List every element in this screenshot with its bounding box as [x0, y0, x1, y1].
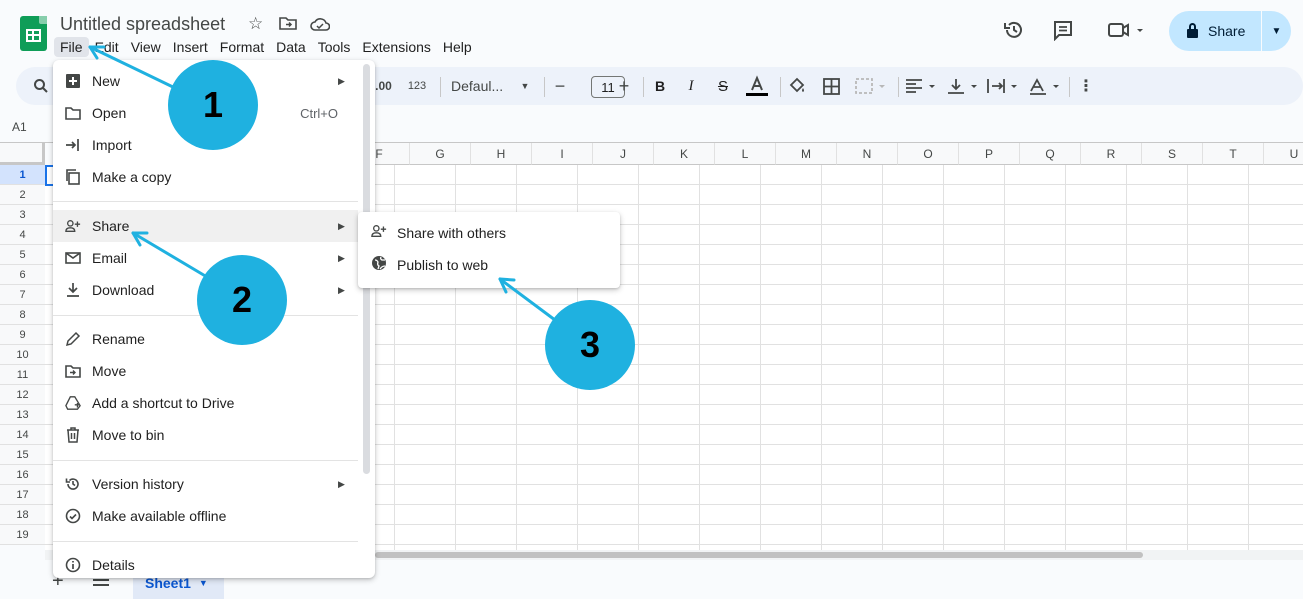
annotation-step-3: 3 [545, 300, 635, 390]
annotation-step-2: 2 [197, 255, 287, 345]
sheets-app: Untitled spreadsheet ☆ File Edit View In… [0, 0, 1303, 599]
annotation-step-1: 1 [168, 60, 258, 150]
